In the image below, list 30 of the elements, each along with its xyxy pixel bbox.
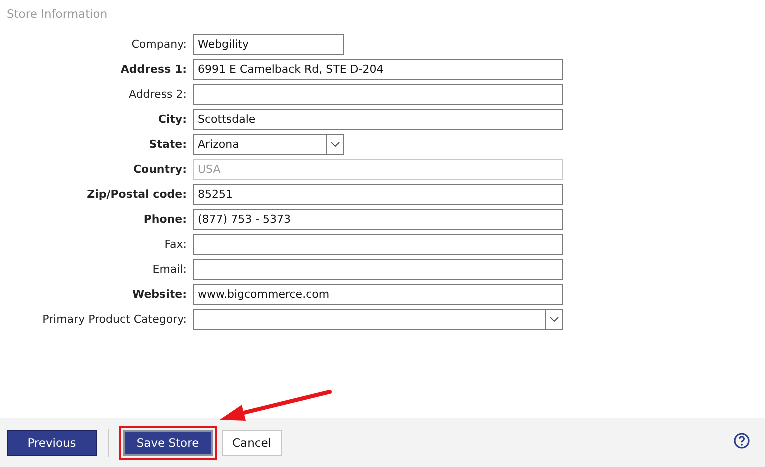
field-label: Primary Product Category:: [42, 313, 187, 326]
action-button[interactable]: Previous: [7, 430, 97, 456]
input-field[interactable]: 6991 E Camelback Rd, STE D-204: [193, 59, 563, 80]
caret-icon: [330, 142, 340, 148]
input-field[interactable]: [193, 259, 563, 280]
input-field[interactable]: Scottsdale: [193, 109, 563, 130]
field-label: City:: [157, 113, 187, 126]
action-button[interactable]: Save Store: [123, 430, 213, 456]
section-title: Store Information: [7, 7, 108, 21]
input-field[interactable]: www.bigcommerce.com: [193, 284, 563, 305]
input-field[interactable]: (877) 753 - 5373: [193, 209, 563, 230]
field-label: Website:: [131, 288, 187, 301]
field-label: Address 2:: [128, 88, 187, 101]
input-field[interactable]: [193, 234, 563, 255]
field-label: Phone:: [142, 213, 187, 226]
input-field[interactable]: [193, 84, 563, 105]
field-label: Zip/Postal code:: [86, 188, 187, 201]
field-label: State:: [148, 138, 187, 151]
caret-icon: [550, 316, 558, 322]
field-label: Address 1:: [120, 63, 187, 76]
input-field[interactable]: Webgility: [193, 34, 344, 55]
field-label: Email:: [152, 263, 187, 276]
help-icon[interactable]: [734, 433, 750, 449]
field-label: Company:: [130, 38, 187, 51]
input-field[interactable]: 85251: [193, 184, 563, 205]
cancel-button[interactable]: Cancel: [222, 430, 282, 456]
field-label: Country:: [132, 163, 187, 176]
dropdown-field[interactable]: Arizona: [193, 134, 344, 155]
dropdown-field[interactable]: [193, 309, 563, 330]
field-label: Fax:: [164, 238, 187, 251]
